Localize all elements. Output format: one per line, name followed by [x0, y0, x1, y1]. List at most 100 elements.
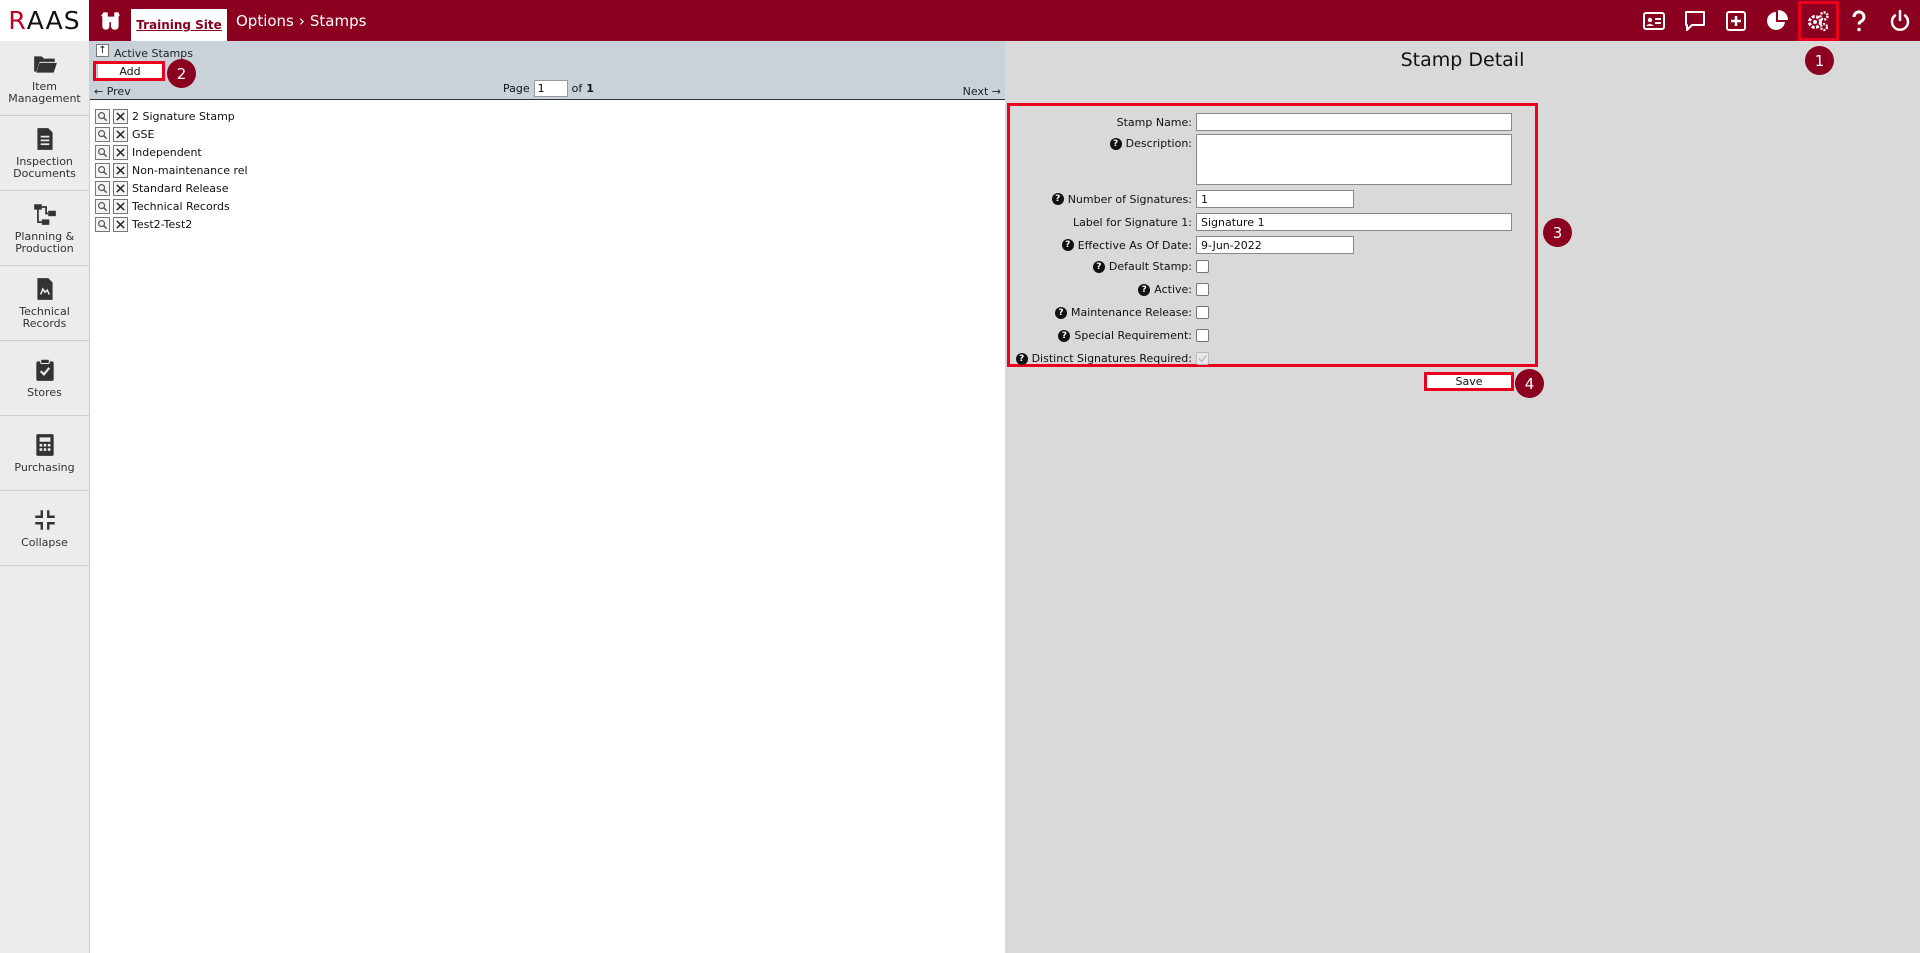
folder-icon [33, 56, 57, 73]
id-card-icon[interactable] [1633, 0, 1674, 41]
sidebar-item-item-management[interactable]: Item Management [0, 41, 89, 116]
magnifier-icon[interactable] [95, 216, 110, 232]
sidebar-item-technical-records[interactable]: Technical Records [0, 266, 89, 341]
num-signatures-label: Number of Signatures: [1067, 192, 1192, 206]
stamp-name[interactable]: Test2-Test2 [132, 218, 192, 231]
description-textarea[interactable] [1196, 134, 1512, 185]
sidebar-item-purchasing[interactable]: Purchasing [0, 416, 89, 491]
stamp-name[interactable]: GSE [132, 128, 154, 141]
active-row: ? Active: [1010, 283, 1209, 296]
stamp-list-panel: ↑ Active Stamps Add ← Prev Page of 1 Nex… [90, 41, 1005, 953]
active-checkbox[interactable] [1196, 283, 1209, 296]
delete-x-icon[interactable] [113, 162, 128, 178]
help-icon[interactable]: ? [1138, 283, 1151, 296]
help-icon[interactable]: ? [1061, 239, 1074, 251]
signature-1-input[interactable]: Signature 1 [1196, 213, 1512, 231]
annotation-marker-3: 3 [1543, 218, 1572, 247]
magnifier-icon[interactable] [95, 162, 110, 178]
logo-letters: AAS [26, 6, 81, 35]
site-tab[interactable]: Training Site [131, 9, 227, 41]
magnifier-icon[interactable] [95, 180, 110, 196]
breadcrumb-stamps: Stamps [309, 12, 367, 30]
special-requirement-checkbox[interactable] [1196, 329, 1209, 342]
delete-x-icon[interactable] [113, 144, 128, 160]
num-signatures-input[interactable]: 1 [1196, 190, 1354, 208]
default-stamp-label: Default Stamp: [1108, 260, 1192, 273]
description-row: ? Description: [1010, 134, 1512, 185]
list-item: Non-maintenance rel [95, 161, 1005, 179]
special-requirement-label: Special Requirement: [1074, 329, 1192, 342]
help-icon[interactable]: ? [1051, 193, 1064, 205]
top-bar: R AAS Training Site Options › Stamps [0, 0, 1920, 41]
effective-date-row: ? Effective As Of Date: 9-Jun-2022 [1010, 236, 1354, 254]
effective-date-label: Effective As Of Date: [1077, 238, 1192, 252]
magnifier-icon[interactable] [95, 198, 110, 214]
stamp-detail-panel: Stamp Detail Stamp Name: ? Description: ?… [1005, 41, 1920, 953]
pager: Page of 1 [503, 80, 594, 97]
maintenance-release-row: ? Maintenance Release: [1010, 306, 1209, 319]
help-icon[interactable]: ? [1092, 260, 1105, 273]
stamp-name-label: Stamp Name: [1116, 115, 1192, 129]
power-icon[interactable] [1879, 0, 1920, 41]
page-input[interactable] [533, 80, 568, 97]
breadcrumb-options[interactable]: Options [236, 12, 294, 30]
magnifier-icon[interactable] [95, 144, 110, 160]
logo-letter-r: R [8, 6, 27, 35]
document-icon [36, 128, 53, 150]
num-signatures-row: ? Number of Signatures: 1 [1010, 190, 1354, 208]
raas-logo[interactable]: R AAS [0, 0, 89, 41]
stamp-name[interactable]: Technical Records [132, 200, 230, 213]
magnifier-icon[interactable] [95, 126, 110, 142]
page-label: Page [503, 82, 530, 95]
sidebar-item-label: Production [15, 242, 74, 255]
sidebar-item-inspection-documents[interactable]: Inspection Documents [0, 116, 89, 191]
sidebar-item-label: Documents [13, 167, 76, 180]
list-item: GSE [95, 125, 1005, 143]
sidebar-item-collapse[interactable]: Collapse [0, 491, 89, 566]
save-button[interactable]: Save [1424, 372, 1514, 391]
delete-x-icon[interactable] [113, 126, 128, 142]
stamp-name[interactable]: Independent [132, 146, 202, 159]
default-stamp-checkbox[interactable] [1196, 260, 1209, 273]
stamp-name[interactable]: 2 Signature Stamp [132, 110, 235, 123]
help-icon[interactable] [1838, 0, 1879, 41]
help-icon[interactable]: ? [1058, 329, 1071, 342]
sidebar-item-stores[interactable]: Stores [0, 341, 89, 416]
breadcrumb: Options › Stamps [236, 12, 366, 30]
delete-x-icon[interactable] [113, 216, 128, 232]
delete-x-icon[interactable] [113, 108, 128, 124]
sidebar-item-planning-production[interactable]: Planning & Production [0, 191, 89, 266]
prev-page-link[interactable]: ← Prev [94, 85, 131, 98]
list-item: Independent [95, 143, 1005, 161]
help-icon[interactable]: ? [1054, 306, 1067, 319]
collapse-icon [34, 510, 55, 530]
maintenance-release-label: Maintenance Release: [1070, 306, 1192, 319]
of-label: of [571, 82, 583, 95]
plus-box-icon[interactable] [1715, 0, 1756, 41]
chat-icon[interactable] [1674, 0, 1715, 41]
help-icon[interactable]: ? [1109, 137, 1122, 150]
maintenance-release-checkbox[interactable] [1196, 306, 1209, 319]
effective-date-input[interactable]: 9-Jun-2022 [1196, 236, 1354, 254]
sidebar: Item Management Inspection Documents Pla… [0, 41, 90, 953]
pie-chart-icon[interactable] [1756, 0, 1797, 41]
highlight-add [93, 61, 165, 81]
help-icon[interactable]: ? [1015, 352, 1028, 365]
sort-up-icon[interactable]: ↑ [96, 44, 109, 57]
next-page-link[interactable]: Next → [963, 85, 1001, 98]
list-item: Test2-Test2 [95, 215, 1005, 233]
stamp-name[interactable]: Non-maintenance rel [132, 164, 248, 177]
delete-x-icon[interactable] [113, 180, 128, 196]
sidebar-item-label: Collapse [21, 536, 68, 549]
stamp-name-input[interactable] [1196, 113, 1512, 131]
distinct-signatures-row: ? Distinct Signatures Required: [1010, 352, 1209, 365]
stamp-name[interactable]: Standard Release [132, 182, 229, 195]
description-label: Description: [1125, 137, 1192, 150]
special-requirement-row: ? Special Requirement: [1010, 329, 1209, 342]
list-item: Standard Release [95, 179, 1005, 197]
delete-x-icon[interactable] [113, 198, 128, 214]
signature-1-row: Label for Signature 1: Signature 1 [1010, 213, 1512, 231]
sidebar-item-label: Stores [27, 386, 62, 399]
binoculars-icon[interactable] [98, 8, 124, 34]
magnifier-icon[interactable] [95, 108, 110, 124]
